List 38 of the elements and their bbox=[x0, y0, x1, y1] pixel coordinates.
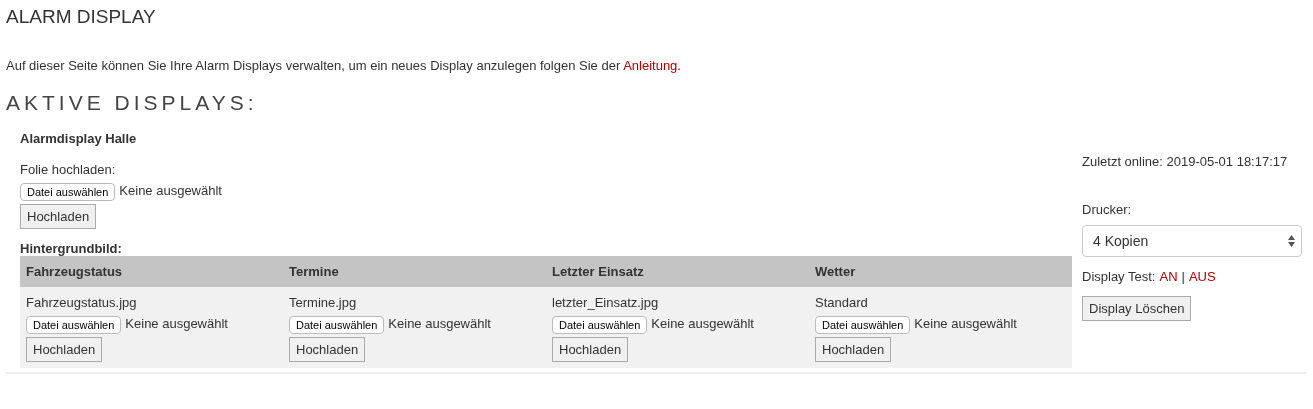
current-file: Termine.jpg bbox=[289, 295, 357, 310]
column-header: Fahrzeugstatus bbox=[20, 256, 283, 287]
slide-label: Folie hochladen: bbox=[20, 162, 116, 177]
select-arrows-icon bbox=[1288, 235, 1295, 247]
last-online-text: Zuletzt online: 2019-05-01 18:17:17 bbox=[1082, 153, 1288, 171]
file-status: Keine ausgewählt bbox=[125, 316, 228, 331]
choose-file-button[interactable]: Datei auswählen bbox=[289, 316, 385, 334]
separator: | bbox=[1181, 269, 1185, 284]
choose-file-button[interactable]: Datei auswählen bbox=[20, 183, 116, 201]
printer-select[interactable]: 4 Kopien bbox=[1082, 225, 1302, 257]
printer-label: Drucker: bbox=[1082, 202, 1132, 217]
display-test-label: Display Test: bbox=[1082, 269, 1156, 284]
column-header: Termine bbox=[283, 256, 546, 287]
file-status: Keine ausgewählt bbox=[914, 316, 1017, 331]
current-file: Fahrzeugstatus.jpg bbox=[26, 295, 137, 310]
section-title: AKTIVE DISPLAYS: bbox=[6, 91, 258, 115]
upload-button[interactable]: Hochladen bbox=[20, 204, 97, 229]
upload-button[interactable]: Hochladen bbox=[26, 337, 103, 362]
display-name: Alarmdisplay Halle bbox=[20, 131, 137, 146]
choose-file-button[interactable]: Datei auswählen bbox=[815, 316, 911, 334]
delete-display-button[interactable]: Display Löschen bbox=[1082, 296, 1192, 321]
upload-button[interactable]: Hochladen bbox=[289, 337, 366, 362]
intro-text: Auf dieser Seite können Sie Ihre Alarm Displays verwalten, um ein neues Display anzulegen folgen Sie der Anleitung. bbox=[6, 58, 681, 73]
file-status: Keine ausgewählt bbox=[651, 316, 754, 331]
column-header: Wetter bbox=[809, 256, 1072, 287]
current-file: letzter_Einsatz.jpg bbox=[552, 295, 659, 310]
column-header: Letzter Einsatz bbox=[546, 256, 809, 287]
choose-file-button[interactable]: Datei auswählen bbox=[552, 316, 648, 334]
upload-button[interactable]: Hochladen bbox=[815, 337, 892, 362]
current-file: Standard bbox=[815, 295, 868, 310]
file-status: Keine ausgewählt bbox=[119, 183, 222, 198]
test-on-link[interactable]: AN bbox=[1159, 269, 1178, 284]
choose-file-button[interactable]: Datei auswählen bbox=[26, 316, 122, 334]
background-label: Hintergrundbild: bbox=[20, 241, 122, 256]
upload-button[interactable]: Hochladen bbox=[552, 337, 629, 362]
test-off-link[interactable]: AUS bbox=[1188, 269, 1216, 284]
page-title: ALARM DISPLAY bbox=[6, 6, 156, 28]
file-status: Keine ausgewählt bbox=[388, 316, 491, 331]
